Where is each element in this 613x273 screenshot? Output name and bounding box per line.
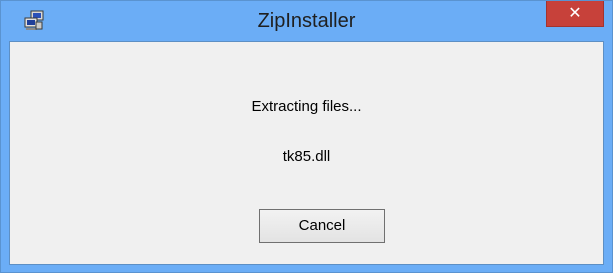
close-icon: ✕	[568, 3, 582, 22]
window-title: ZipInstaller	[257, 10, 356, 32]
cancel-button[interactable]: Cancel	[259, 209, 385, 243]
dialog-body: Extracting files... tk85.dll Cancel	[9, 41, 604, 265]
current-file-name: tk85.dll	[282, 148, 331, 165]
cancel-button-label: Cancel	[298, 217, 346, 234]
title-bar[interactable]: ZipInstaller ✕	[1, 1, 612, 41]
close-button[interactable]: ✕	[546, 1, 604, 27]
status-text: Extracting files...	[251, 98, 362, 115]
zipinstaller-window: ZipInstaller ✕ Extracting files... tk85.…	[0, 0, 613, 273]
